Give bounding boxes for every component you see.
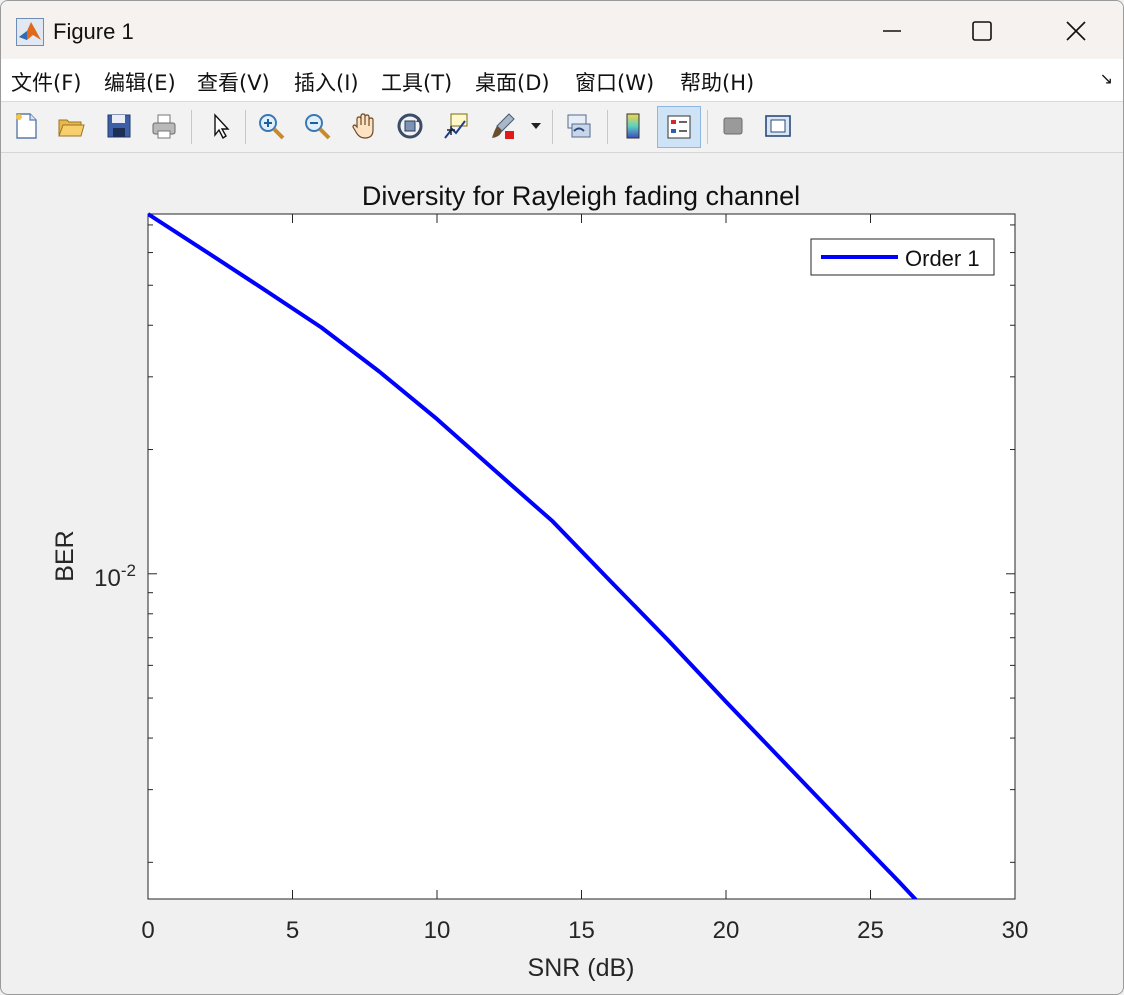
legend[interactable]: Order 1 (810, 238, 995, 276)
legend-label-order-1: Order 1 (905, 246, 980, 271)
x-tick-label: 0 (141, 917, 154, 944)
x-axis-label: SNR (dB) (528, 954, 635, 982)
x-tick-label: 20 (713, 917, 740, 944)
chart-title: Diversity for Rayleigh fading channel (362, 181, 800, 211)
x-tick-label: 5 (286, 917, 299, 944)
x-tick-label: 10 (424, 917, 451, 944)
y-axis-label: BER (51, 530, 79, 581)
axes-background (148, 214, 1015, 899)
figure-canvas: 0 5 10 15 20 25 30 10-2 Diversity for Rayleigh … (51, 181, 1029, 982)
x-tick-label: 25 (857, 917, 884, 944)
x-tick-label: 15 (568, 917, 595, 944)
y-tick-label: 10-2 (94, 561, 136, 592)
x-tick-label: 30 (1002, 917, 1029, 944)
